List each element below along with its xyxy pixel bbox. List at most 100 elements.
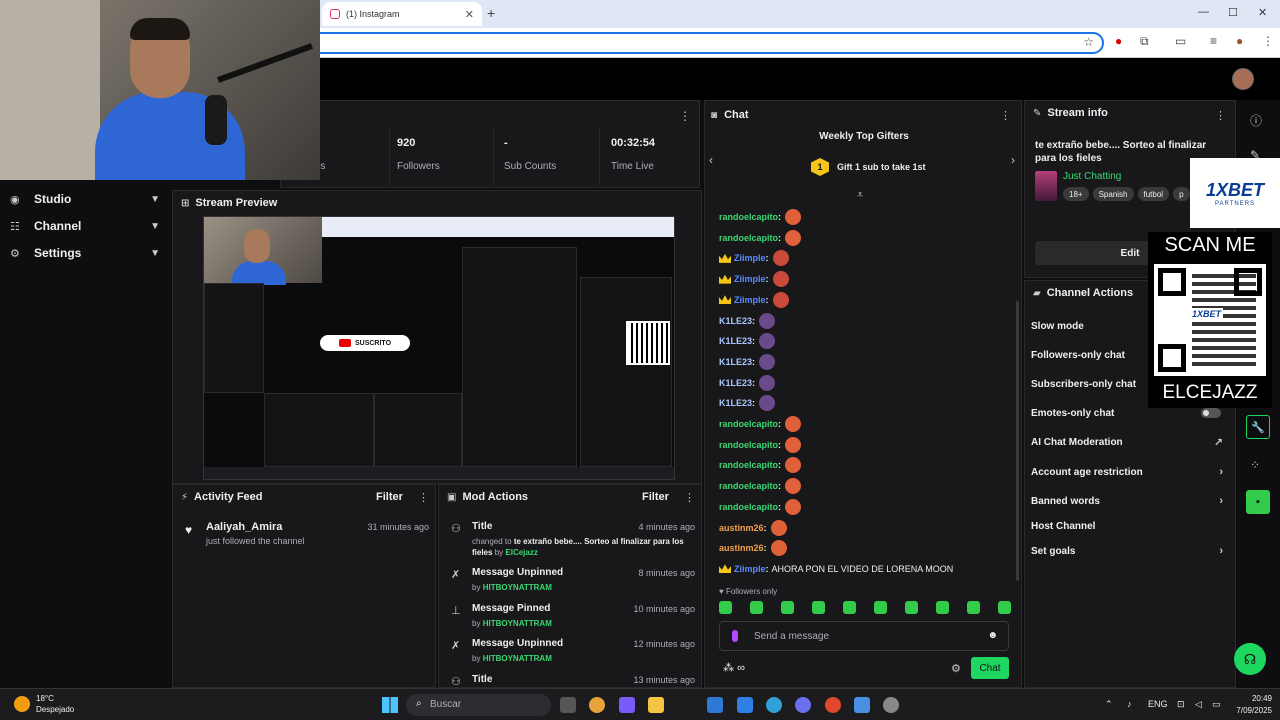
emoji-icon[interactable]: ☻	[987, 630, 998, 641]
people-icon[interactable]: ⁘	[1250, 458, 1260, 472]
chrome-icon[interactable]	[589, 697, 605, 713]
more-options-icon[interactable]: ⋮	[679, 109, 691, 123]
network-icon[interactable]: ⊡	[1177, 699, 1185, 710]
chat-scrollbar[interactable]	[1016, 301, 1019, 581]
chat-username[interactable]: Ziimple	[734, 274, 766, 284]
emote-icon[interactable]	[750, 601, 763, 614]
chat-username[interactable]: Ziimple	[734, 295, 766, 305]
chat-username[interactable]: randoelcapito	[719, 502, 778, 512]
more-options-icon[interactable]: ⋮	[1215, 109, 1226, 122]
emote-icon[interactable]	[843, 601, 856, 614]
browser-menu-icon[interactable]: ⋮	[1262, 34, 1274, 48]
emote-icon[interactable]	[967, 601, 980, 614]
maximize-button[interactable]: ☐	[1228, 6, 1238, 19]
chevron-right-icon[interactable]: ›	[1011, 153, 1015, 167]
wrench-icon[interactable]: 🔧	[1246, 415, 1270, 439]
youtube-icon	[338, 339, 351, 347]
chevron-up-icon[interactable]: ⌃	[1105, 699, 1113, 710]
windows-start-icon[interactable]	[382, 697, 398, 713]
microphone-icon[interactable]: ♪	[1127, 699, 1132, 709]
emote-icon[interactable]	[719, 601, 732, 614]
chat-input[interactable]: Send a message ☻	[719, 621, 1009, 651]
emote-icon[interactable]	[998, 601, 1011, 614]
channel-action-set-goals[interactable]: Set goals ›	[1031, 545, 1227, 557]
activity-filter-button[interactable]: Filter	[376, 491, 403, 503]
emote-icon[interactable]	[905, 601, 918, 614]
channel-action-host-channel[interactable]: Host Channel	[1031, 521, 1227, 532]
puzzle-extensions-icon[interactable]: ⧉	[1140, 34, 1149, 49]
cast-icon[interactable]: ▭	[1175, 34, 1186, 48]
toggle-switch[interactable]	[1201, 408, 1221, 418]
chat-username[interactable]: randoelcapito	[719, 460, 778, 470]
chat-username[interactable]: randoelcapito	[719, 233, 778, 243]
more-options-icon[interactable]: ⋮	[1000, 109, 1011, 122]
more-options-icon[interactable]: ⋮	[684, 491, 695, 504]
task-view-icon[interactable]	[560, 697, 576, 713]
bookmark-star-icon[interactable]: ☆	[1083, 35, 1094, 49]
collapse-icon[interactable]: ⩡	[857, 189, 863, 202]
profile-icon[interactable]: ●	[1236, 34, 1243, 48]
chat-username[interactable]: Ziimple	[734, 253, 766, 263]
playlist-icon[interactable]: ≡	[1210, 34, 1217, 48]
close-window-button[interactable]: ✕	[1258, 6, 1267, 19]
discord-icon[interactable]	[795, 697, 811, 713]
obs-icon[interactable]	[883, 697, 899, 713]
channel-points-icon[interactable]: ⁂ ∞	[723, 661, 745, 674]
chat-username[interactable]: randoelcapito	[719, 481, 778, 491]
microphone-icon[interactable]	[732, 630, 738, 642]
stream-preview-video[interactable]: SUSCRITO	[203, 216, 675, 480]
mod-filter-button[interactable]: Filter	[642, 491, 669, 503]
taskbar-search[interactable]: ⌕ Buscar	[406, 694, 551, 716]
channel-action-emotes-only[interactable]: Emotes-only chat	[1031, 408, 1227, 419]
nav-item-studio[interactable]: ◉ Studio ▼	[10, 188, 160, 210]
emote-icon[interactable]	[812, 601, 825, 614]
copilot-icon[interactable]	[619, 697, 635, 713]
stream-category[interactable]: Just Chatting	[1063, 171, 1121, 182]
channel-action-ai-moderation[interactable]: AI Chat Moderation ↗	[1031, 437, 1227, 449]
gift-prompt[interactable]: 1 Gift 1 sub to take 1st	[811, 158, 926, 176]
weather-widget[interactable]: 18°C Despejado	[14, 693, 74, 715]
chat-username[interactable]: randoelcapito	[719, 212, 778, 222]
app-icon[interactable]: ▪	[1246, 490, 1270, 514]
send-chat-button[interactable]: Chat	[971, 657, 1009, 679]
edge-icon[interactable]	[766, 697, 782, 713]
minimize-button[interactable]: —	[1198, 6, 1209, 18]
emote-icon[interactable]	[874, 601, 887, 614]
chat-username[interactable]: K1LE23	[719, 398, 752, 408]
browser-tab-instagram[interactable]: (1) Instagram ✕	[322, 2, 482, 26]
chat-username[interactable]: randoelcapito	[719, 419, 778, 429]
brave-icon[interactable]	[825, 697, 841, 713]
chat-username[interactable]: austinm26	[719, 543, 764, 553]
dropbox-icon[interactable]	[737, 697, 753, 713]
emote-icon[interactable]	[936, 601, 949, 614]
language-indicator[interactable]: ENG	[1148, 699, 1168, 709]
battery-icon[interactable]: ▭	[1212, 699, 1221, 710]
file-explorer-icon[interactable]	[648, 697, 664, 713]
volume-icon[interactable]: ◁	[1195, 699, 1202, 710]
chat-username[interactable]: K1LE23	[719, 357, 752, 367]
nav-item-channel[interactable]: ☷ Channel ▼	[10, 215, 160, 237]
channel-action-banned-words[interactable]: Banned words ›	[1031, 495, 1227, 507]
outlook-icon[interactable]	[707, 697, 723, 713]
system-clock[interactable]: 20:49 7/09/2025	[1236, 693, 1272, 717]
user-avatar[interactable]	[1232, 68, 1254, 90]
app-icon[interactable]	[854, 697, 870, 713]
address-bar[interactable]: ☆	[300, 32, 1104, 54]
chat-username[interactable]: K1LE23	[719, 378, 752, 388]
extension-icon[interactable]: ●	[1115, 34, 1122, 48]
chat-username[interactable]: K1LE23	[719, 316, 752, 326]
channel-action-account-age[interactable]: Account age restriction ›	[1031, 466, 1227, 478]
chat-username[interactable]: K1LE23	[719, 336, 752, 346]
chat-username[interactable]: austinm26	[719, 523, 764, 533]
chevron-left-icon[interactable]: ‹	[709, 153, 713, 167]
more-options-icon[interactable]: ⋮	[418, 491, 429, 504]
tab-close-icon[interactable]: ✕	[465, 8, 474, 21]
nav-item-settings[interactable]: ⚙ Settings ▼	[10, 242, 160, 264]
gear-icon[interactable]: ⚙	[951, 662, 961, 675]
emote-icon[interactable]	[781, 601, 794, 614]
chat-username[interactable]: Ziimple	[734, 564, 766, 574]
new-tab-button[interactable]: +	[487, 5, 495, 21]
help-headset-icon[interactable]: ☊	[1234, 643, 1266, 675]
chat-username[interactable]: randoelcapito	[719, 440, 778, 450]
info-icon[interactable]: ⓘ	[1250, 112, 1262, 129]
